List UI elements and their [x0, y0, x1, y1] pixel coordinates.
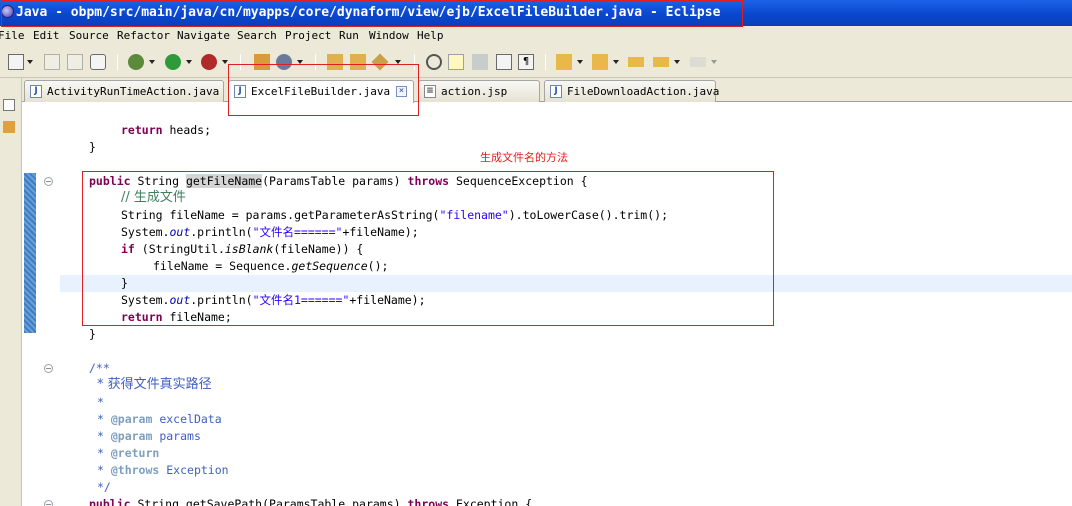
javadoc-line: * @param excelData — [97, 412, 222, 426]
toggle-mark-occurrences-icon[interactable] — [448, 54, 464, 70]
menu-project[interactable]: Project — [285, 26, 331, 46]
external-tools-icon[interactable] — [201, 54, 217, 70]
print-icon[interactable] — [90, 54, 106, 70]
menu-help[interactable]: Help — [417, 26, 444, 46]
menu-file[interactable]: File — [0, 26, 25, 46]
tab-activityruntimeaction[interactable]: J ActivityRunTimeAction.java — [24, 80, 224, 102]
tab-highlight-box — [228, 64, 419, 116]
tab-filedownloadaction[interactable]: J FileDownloadAction.java — [544, 80, 720, 102]
menu-navigate[interactable]: Navigate — [177, 26, 230, 46]
menu-bar: File Edit Source Refactor Navigate Searc… — [0, 26, 1072, 46]
jsp-file-icon: ≡ — [424, 85, 436, 98]
collapse-icon[interactable]: − — [44, 177, 53, 186]
new-dropdown-icon[interactable] — [27, 60, 33, 64]
javadoc-line: */ — [97, 480, 111, 494]
left-trim-bar — [0, 78, 22, 506]
javadoc-line: * 获得文件真实路径 — [97, 377, 212, 392]
restore-icon[interactable] — [3, 99, 15, 111]
run-dropdown-icon[interactable] — [186, 60, 192, 64]
tab-label: action.jsp — [441, 85, 508, 98]
change-marker — [24, 173, 36, 333]
forward-icon[interactable] — [690, 57, 706, 67]
next-annotation-icon[interactable] — [556, 54, 572, 70]
folding-ruler: − − − — [36, 103, 58, 506]
javadoc-line: /** — [89, 361, 110, 375]
menu-search[interactable]: Search — [237, 26, 277, 46]
toolbar-separator — [117, 54, 118, 70]
title-highlight-box — [1, 0, 743, 27]
javadoc-line: * @throws Exception — [97, 463, 229, 477]
menu-run[interactable]: Run — [339, 26, 359, 46]
code-line: public String getSavePath(ParamsTable pa… — [89, 497, 533, 506]
toggle-breadcrumb-icon[interactable] — [426, 54, 442, 70]
java-editor[interactable]: − − − return heads; } public String getF… — [22, 103, 1072, 506]
toolbar-separator — [545, 54, 546, 70]
javadoc-line: * @return — [97, 446, 160, 460]
debug-dropdown-icon[interactable] — [149, 60, 155, 64]
new-icon[interactable] — [8, 54, 24, 70]
menu-refactor[interactable]: Refactor — [117, 26, 170, 46]
forward-dropdown-icon[interactable] — [711, 60, 717, 64]
code-line: } — [89, 327, 96, 341]
editor-tab-bar: J ActivityRunTimeAction.java J ExcelFile… — [22, 78, 1072, 103]
toggle-block-selection-icon[interactable] — [472, 54, 488, 70]
main-toolbar: ¶ — [0, 46, 1072, 78]
code-line: } — [89, 140, 96, 154]
menu-window[interactable]: Window — [369, 26, 409, 46]
tab-action-jsp[interactable]: ≡ action.jsp — [418, 80, 540, 102]
code-line: return heads; — [121, 123, 212, 137]
back-icon[interactable] — [653, 57, 669, 67]
back-dropdown-icon[interactable] — [674, 60, 680, 64]
annotation-label: 生成文件名的方法 — [480, 151, 568, 164]
collapse-icon[interactable]: − — [44, 364, 53, 373]
java-file-icon: J — [550, 85, 562, 98]
javadoc-line: * @param params — [97, 429, 201, 443]
previous-annotation-dropdown-icon[interactable] — [613, 60, 619, 64]
quick-diff-ruler — [22, 103, 36, 506]
java-file-icon: J — [30, 85, 42, 98]
pilcrow-icon[interactable]: ¶ — [518, 54, 534, 70]
tab-label: ActivityRunTimeAction.java — [47, 85, 220, 98]
debug-icon[interactable] — [128, 54, 144, 70]
save-all-icon[interactable] — [67, 54, 83, 70]
javadoc-line: * — [97, 395, 104, 409]
show-whitespace-icon[interactable] — [496, 54, 512, 70]
run-icon[interactable] — [165, 54, 181, 70]
save-icon[interactable] — [44, 54, 60, 70]
package-explorer-icon[interactable] — [3, 121, 15, 133]
method-highlight-box — [82, 171, 774, 326]
menu-source[interactable]: Source — [69, 26, 109, 46]
last-edit-location-icon[interactable] — [628, 57, 644, 67]
tab-label: FileDownloadAction.java — [567, 85, 720, 98]
menu-edit[interactable]: Edit — [33, 26, 60, 46]
next-annotation-dropdown-icon[interactable] — [577, 60, 583, 64]
collapse-icon[interactable]: − — [44, 500, 53, 506]
previous-annotation-icon[interactable] — [592, 54, 608, 70]
